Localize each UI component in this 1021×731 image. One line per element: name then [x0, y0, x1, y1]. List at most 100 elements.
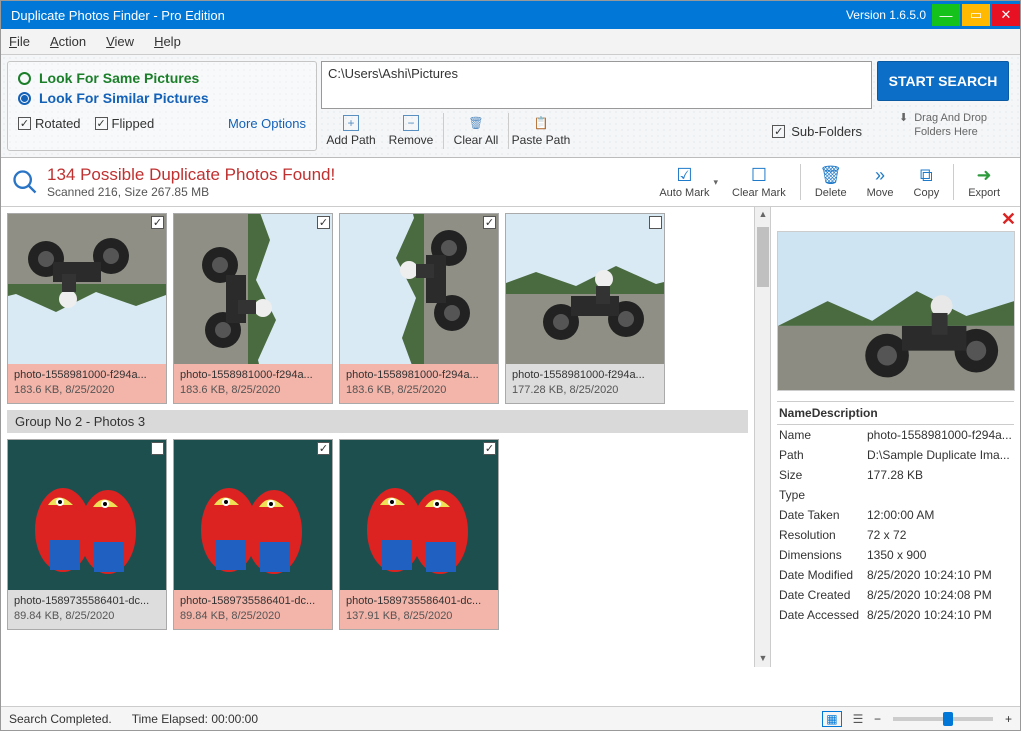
dropdown-caret-icon[interactable]: ▾: [713, 177, 718, 188]
radio-same-label: Look For Same Pictures: [39, 70, 199, 86]
minus-icon: −: [403, 115, 419, 131]
thumbnail-filename: photo-1558981000-f294a...: [512, 368, 658, 383]
checkbox-rotated[interactable]: ✓Rotated: [18, 116, 81, 131]
paste-path-button[interactable]: 📋Paste Path: [511, 111, 571, 151]
clear-mark-button[interactable]: ☐Clear Mark: [722, 165, 796, 199]
scrollbar-thumb[interactable]: [757, 227, 769, 287]
results-area: ✓ photo-1558981000-f294a... 183.6 KB, 8/…: [1, 207, 1020, 667]
zoom-in-button[interactable]: +: [1005, 712, 1012, 726]
detail-key: Path: [779, 448, 867, 462]
thumbnail-image: [8, 214, 166, 364]
details-row: Namephoto-1558981000-f294a...: [777, 425, 1014, 445]
thumbnail-filename: photo-1589735586401-dc...: [180, 594, 326, 609]
clear-all-button[interactable]: 🗑Clear All: [446, 111, 506, 151]
thumbnail-view-button[interactable]: ▦: [822, 711, 842, 727]
radio-same-pictures[interactable]: Look For Same Pictures: [18, 70, 306, 86]
checkbox-subfolders[interactable]: ✓Sub-Folders: [772, 124, 862, 139]
thumbnail-meta: 137.91 KB, 8/25/2020: [346, 609, 492, 624]
results-toolbar: 134 Possible Duplicate Photos Found! Sca…: [1, 158, 1020, 207]
thumbnail-card[interactable]: ✓ photo-1589735586401-dc... 89.84 KB, 8/…: [173, 439, 333, 630]
thumbnail-card[interactable]: photo-1558981000-f294a... 177.28 KB, 8/2…: [505, 213, 665, 404]
delete-button[interactable]: 🗑Delete: [805, 165, 857, 199]
details-row: Date Accessed8/25/2020 10:24:10 PM: [777, 605, 1014, 625]
detail-value: 8/25/2020 10:24:10 PM: [867, 608, 1012, 622]
thumbnail-image: [340, 214, 498, 364]
preview-panel: ✕ NameDescription Namephoto-1558981000-f…: [770, 207, 1020, 667]
square-icon: ☐: [749, 165, 769, 185]
thumbnail-checkbox[interactable]: [649, 216, 662, 229]
group-header[interactable]: Group No 2 - Photos 3: [7, 410, 748, 433]
remove-path-button[interactable]: −Remove: [381, 111, 441, 151]
elapsed-label: Time Elapsed: 00:00:00: [132, 712, 258, 726]
detail-value: D:\Sample Duplicate Ima...: [867, 448, 1012, 462]
start-search-button[interactable]: START SEARCH: [877, 61, 1009, 101]
thumbnail-card[interactable]: photo-1589735586401-dc... 89.84 KB, 8/25…: [7, 439, 167, 630]
more-options-link[interactable]: More Options: [228, 116, 306, 131]
detail-key: Name: [779, 428, 867, 442]
auto-mark-button[interactable]: ☑Auto Mark: [649, 165, 719, 199]
minimize-button[interactable]: —: [932, 4, 960, 26]
thumbnail-checkbox[interactable]: ✓: [483, 442, 496, 455]
scroll-down-arrow-icon[interactable]: ▼: [757, 653, 769, 665]
copy-icon: ⧉: [916, 165, 936, 185]
thumbnail-checkbox[interactable]: ✓: [151, 216, 164, 229]
col-description[interactable]: Description: [812, 406, 878, 420]
close-preview-button[interactable]: ✕: [1001, 209, 1016, 230]
details-row: Date Created8/25/2020 10:24:08 PM: [777, 585, 1014, 605]
details-row: Date Taken12:00:00 AM: [777, 505, 1014, 525]
thumbnail-card[interactable]: ✓ photo-1558981000-f294a... 183.6 KB, 8/…: [339, 213, 499, 404]
thumbnail-card[interactable]: ✓ photo-1558981000-f294a... 183.6 KB, 8/…: [7, 213, 167, 404]
thumbnail-checkbox[interactable]: ✓: [483, 216, 496, 229]
copy-button[interactable]: ⧉Copy: [904, 165, 950, 199]
scroll-up-arrow-icon[interactable]: ▲: [757, 209, 769, 221]
maximize-button[interactable]: ▭: [962, 4, 990, 26]
detail-key: Date Created: [779, 588, 867, 602]
detail-key: Type: [779, 488, 867, 502]
duplicates-found-label: 134 Possible Duplicate Photos Found!: [47, 165, 335, 185]
thumbnail-checkbox[interactable]: ✓: [317, 216, 330, 229]
menu-view[interactable]: View: [106, 34, 134, 49]
close-button[interactable]: ✕: [992, 4, 1020, 26]
thumbnail-filename: photo-1558981000-f294a...: [346, 368, 492, 383]
details-row: PathD:\Sample Duplicate Ima...: [777, 445, 1014, 465]
thumbnail-grid: ✓ photo-1558981000-f294a... 183.6 KB, 8/…: [1, 207, 754, 667]
detail-value: 8/25/2020 10:24:08 PM: [867, 588, 1012, 602]
thumbnail-card[interactable]: ✓ photo-1558981000-f294a... 183.6 KB, 8/…: [173, 213, 333, 404]
detail-value: 8/25/2020 10:24:10 PM: [867, 568, 1012, 582]
details-table: NameDescription Namephoto-1558981000-f29…: [777, 401, 1014, 625]
detail-value: 177.28 KB: [867, 468, 1012, 482]
move-button[interactable]: »Move: [857, 165, 904, 199]
list-view-button[interactable]: ☰: [848, 711, 868, 727]
thumbnail-meta: 183.6 KB, 8/25/2020: [346, 383, 492, 398]
detail-value: 1350 x 900: [867, 548, 1012, 562]
detail-value: 12:00:00 AM: [867, 508, 1012, 522]
slider-knob[interactable]: [943, 712, 953, 726]
export-button[interactable]: ➜Export: [958, 165, 1010, 199]
vertical-scrollbar[interactable]: ▲ ▼: [754, 207, 770, 667]
detail-key: Size: [779, 468, 867, 482]
trash-icon: 🗑: [468, 115, 484, 131]
download-icon: ⬇: [899, 111, 908, 125]
thumbnail-card[interactable]: ✓ photo-1589735586401-dc... 137.91 KB, 8…: [339, 439, 499, 630]
menu-action[interactable]: Action: [50, 34, 86, 49]
thumbnail-checkbox[interactable]: ✓: [317, 442, 330, 455]
scanned-label: Scanned 216, Size 267.85 MB: [47, 185, 335, 199]
options-panel: Look For Same Pictures Look For Similar …: [1, 55, 1020, 158]
thumbnail-checkbox[interactable]: [151, 442, 164, 455]
thumbnail-filename: photo-1558981000-f294a...: [14, 368, 160, 383]
col-name[interactable]: Name: [779, 406, 812, 420]
title-bar: Duplicate Photos Finder - Pro Edition Ve…: [1, 1, 1020, 29]
menu-help[interactable]: Help: [154, 34, 181, 49]
thumbnail-meta: 183.6 KB, 8/25/2020: [14, 383, 160, 398]
path-list[interactable]: C:\Users\Ashi\Pictures: [321, 61, 872, 109]
zoom-out-button[interactable]: −: [874, 712, 881, 726]
zoom-slider[interactable]: [893, 717, 993, 721]
path-item[interactable]: C:\Users\Ashi\Pictures: [328, 66, 865, 81]
radio-similar-pictures[interactable]: Look For Similar Pictures: [18, 90, 306, 106]
thumbnail-image: [340, 440, 498, 590]
thumbnail-image: [506, 214, 664, 364]
checkbox-flipped[interactable]: ✓Flipped: [95, 116, 155, 131]
add-path-button[interactable]: +Add Path: [321, 111, 381, 151]
double-arrow-icon: »: [870, 165, 890, 185]
menu-file[interactable]: File: [9, 34, 30, 49]
